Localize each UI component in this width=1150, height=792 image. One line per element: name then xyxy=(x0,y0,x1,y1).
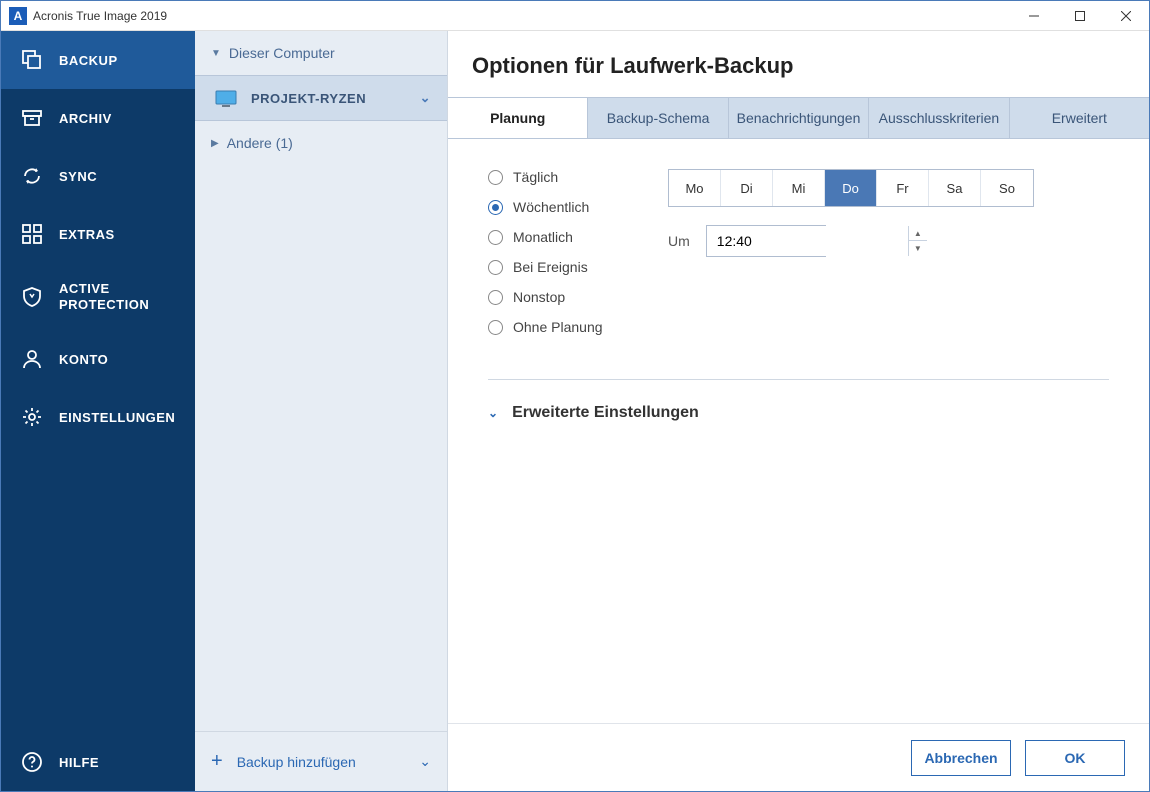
ok-button[interactable]: OK xyxy=(1025,740,1125,776)
time-label: Um xyxy=(668,233,690,249)
main-panel: Optionen für Laufwerk-Backup Planung Bac… xyxy=(448,31,1149,791)
sync-icon xyxy=(21,165,43,187)
divider xyxy=(488,379,1109,380)
nav-label: ARCHIV xyxy=(59,111,112,126)
backup-icon xyxy=(21,49,43,71)
page-title: Optionen für Laufwerk-Backup xyxy=(448,31,1149,97)
archive-icon xyxy=(21,107,43,129)
nav-sync[interactable]: SYNC xyxy=(1,147,195,205)
tree-group-other[interactable]: ▶ Andere (1) xyxy=(195,121,447,165)
window-title: Acronis True Image 2019 xyxy=(33,9,1011,23)
time-spin-down[interactable]: ▼ xyxy=(909,241,927,256)
time-spin-up[interactable]: ▲ xyxy=(909,226,927,241)
titlebar: A Acronis True Image 2019 xyxy=(1,1,1149,31)
radio-monthly[interactable]: Monatlich xyxy=(488,229,668,245)
time-input[interactable]: ▲ ▼ xyxy=(706,225,826,257)
backup-item-label: PROJEKT-RYZEN xyxy=(251,91,366,106)
account-icon xyxy=(21,348,43,370)
tab-benachrichtigungen[interactable]: Benachrichtigungen xyxy=(729,98,869,138)
radio-nonstop[interactable]: Nonstop xyxy=(488,289,668,305)
add-backup-label: Backup hinzufügen xyxy=(237,754,356,770)
day-do[interactable]: Do xyxy=(825,170,877,206)
day-so[interactable]: So xyxy=(981,170,1033,206)
day-fr[interactable]: Fr xyxy=(877,170,929,206)
shield-icon xyxy=(21,286,43,308)
nav-label: ACTIVEPROTECTION xyxy=(59,281,149,312)
nav-label: EXTRAS xyxy=(59,227,115,242)
close-button[interactable] xyxy=(1103,1,1149,31)
nav-label: HILFE xyxy=(59,755,99,770)
chevron-down-icon: ⌄ xyxy=(488,406,498,420)
caret-down-icon: ▼ xyxy=(211,48,221,59)
day-mo[interactable]: Mo xyxy=(669,170,721,206)
nav-label: BACKUP xyxy=(59,53,118,68)
add-backup-button[interactable]: + Backup hinzufügen ⌄ xyxy=(195,731,447,791)
advanced-settings-toggle[interactable]: ⌄ Erweiterte Einstellungen xyxy=(488,404,1109,422)
radio-none[interactable]: Ohne Planung xyxy=(488,319,668,335)
app-logo-icon: A xyxy=(9,7,27,25)
radio-event[interactable]: Bei Ereignis xyxy=(488,259,668,275)
radio-daily[interactable]: Täglich xyxy=(488,169,668,185)
tab-backup-schema[interactable]: Backup-Schema xyxy=(588,98,728,138)
nav-settings[interactable]: EINSTELLUNGEN xyxy=(1,388,195,446)
nav-backup[interactable]: BACKUP xyxy=(1,31,195,89)
radio-weekly[interactable]: Wöchentlich xyxy=(488,199,668,215)
tree-group-this-computer[interactable]: ▼ Dieser Computer xyxy=(195,31,447,75)
weekday-selector: Mo Di Mi Do Fr Sa So xyxy=(668,169,1034,207)
tab-ausschlusskriterien[interactable]: Ausschlusskriterien xyxy=(869,98,1009,138)
tree-other-label: Andere (1) xyxy=(227,135,293,151)
nav-extras[interactable]: EXTRAS xyxy=(1,205,195,263)
caret-right-icon: ▶ xyxy=(211,138,219,149)
nav-label: EINSTELLUNGEN xyxy=(59,410,175,425)
nav-label: KONTO xyxy=(59,352,108,367)
minimize-button[interactable] xyxy=(1011,1,1057,31)
advanced-settings-label: Erweiterte Einstellungen xyxy=(512,404,699,422)
nav-account[interactable]: KONTO xyxy=(1,330,195,388)
chevron-down-icon[interactable]: ⌄ xyxy=(420,90,431,106)
nav-active-protection[interactable]: ACTIVEPROTECTION xyxy=(1,263,195,330)
extras-icon xyxy=(21,223,43,245)
day-di[interactable]: Di xyxy=(721,170,773,206)
chevron-down-icon[interactable]: ⌄ xyxy=(419,753,431,770)
backup-item-projekt-ryzen[interactable]: PROJEKT-RYZEN ⌄ xyxy=(195,75,447,121)
cancel-button[interactable]: Abbrechen xyxy=(911,740,1011,776)
nav-archive[interactable]: ARCHIV xyxy=(1,89,195,147)
nav-help[interactable]: HILFE xyxy=(1,733,195,791)
sidebar: BACKUP ARCHIV SYNC EXTRAS ACTIVEPROTECTI… xyxy=(1,31,195,791)
day-mi[interactable]: Mi xyxy=(773,170,825,206)
tab-planung[interactable]: Planung xyxy=(448,98,588,138)
plus-icon: + xyxy=(211,750,223,773)
backup-list-panel: ▼ Dieser Computer PROJEKT-RYZEN ⌄ ▶ Ande… xyxy=(195,31,448,791)
help-icon xyxy=(21,751,43,773)
dialog-footer: Abbrechen OK xyxy=(448,723,1149,791)
tab-erweitert[interactable]: Erweitert xyxy=(1010,98,1149,138)
frequency-options: Täglich Wöchentlich Monatlich Bei Ereign… xyxy=(488,169,668,349)
nav-label: SYNC xyxy=(59,169,97,184)
day-sa[interactable]: Sa xyxy=(929,170,981,206)
monitor-icon xyxy=(215,90,237,106)
tree-group-label: Dieser Computer xyxy=(229,45,335,61)
time-field[interactable] xyxy=(707,226,908,256)
maximize-button[interactable] xyxy=(1057,1,1103,31)
gear-icon xyxy=(21,406,43,428)
tabs-bar: Planung Backup-Schema Benachrichtigungen… xyxy=(448,97,1149,139)
